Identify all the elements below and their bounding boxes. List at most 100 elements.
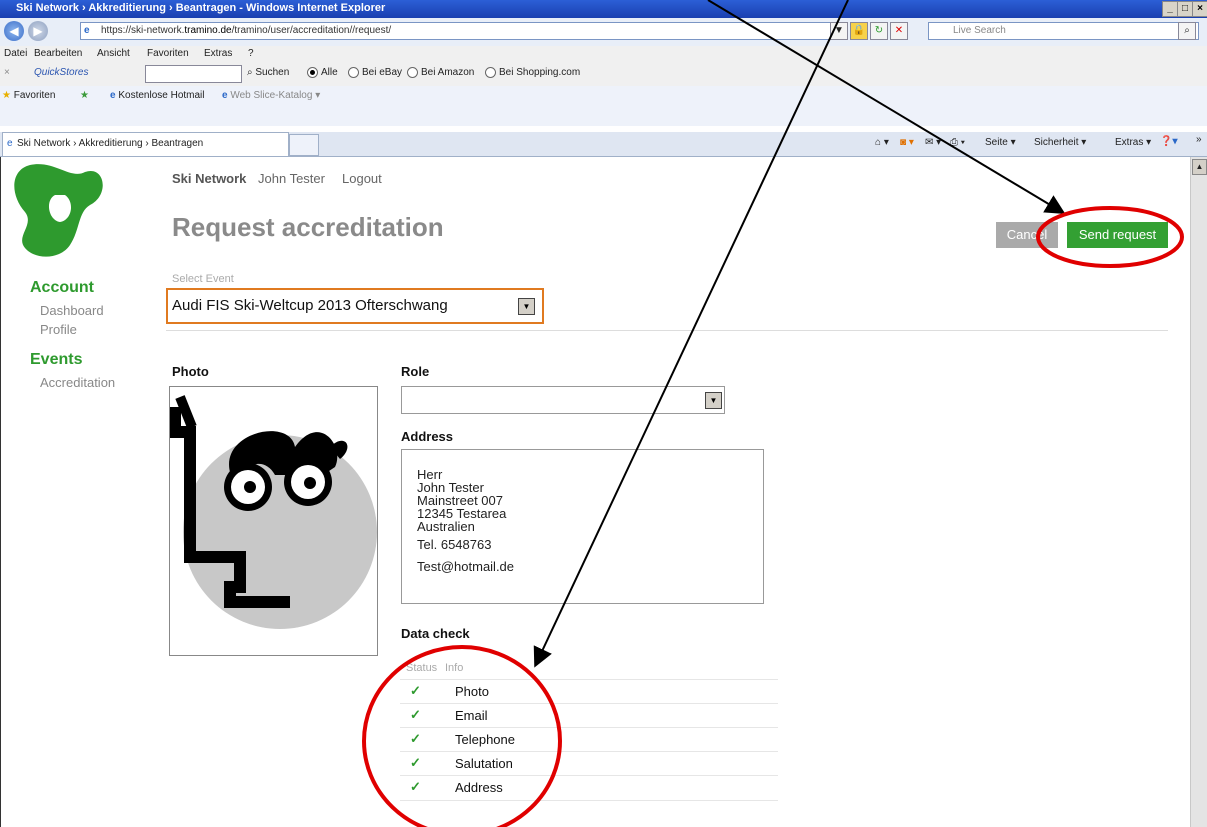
print-icon[interactable]: ⎙ ▾ <box>950 137 965 148</box>
role-select[interactable]: ▼ <box>401 386 725 414</box>
check-icon: ✓ <box>410 707 421 722</box>
address-label: Address <box>401 429 454 444</box>
close-window-button[interactable]: × <box>1192 1 1207 17</box>
logout-link[interactable]: Logout <box>342 171 382 186</box>
quickstores-label[interactable]: QuickStores <box>34 67 88 78</box>
check-info: Address <box>455 780 503 795</box>
cancel-button[interactable]: Cancel <box>996 222 1058 248</box>
lock-icon[interactable]: 🔒 <box>850 22 868 40</box>
menu-ansicht[interactable]: Ansicht <box>97 48 130 59</box>
ie-page-icon: e <box>7 138 13 149</box>
sidebar-item-accreditation[interactable]: Accreditation <box>40 375 115 390</box>
address-bar[interactable]: e https://ski-network.tramino.de/tramino… <box>80 22 842 40</box>
menu-datei[interactable]: Datei <box>4 48 27 59</box>
check-info: Telephone <box>455 732 515 747</box>
refresh-icon[interactable]: ↻ <box>870 22 888 40</box>
page-menu-label: Seite <box>985 137 1008 148</box>
search-option-shopping[interactable]: Bei Shopping.com <box>485 67 580 78</box>
chevron-down-icon[interactable]: ▼ <box>518 298 535 315</box>
sidebar-heading-account: Account <box>30 279 94 296</box>
search-icon: ⌕ <box>247 67 253 78</box>
cartoon-face-image <box>170 395 377 629</box>
table-row: ✓ Salutation <box>400 751 778 776</box>
safety-menu[interactable]: Sicherheit ▾ <box>1034 137 1086 148</box>
check-info: Salutation <box>455 756 513 771</box>
status-column-header: Status <box>406 662 438 674</box>
fav-link-webslice[interactable]: e Web Slice-Katalog ▾ <box>222 90 320 101</box>
ie-page-icon: e <box>222 90 228 101</box>
user-link[interactable]: John Tester <box>258 171 325 186</box>
event-select[interactable]: Audi FIS Ski-Weltcup 2013 Ofterschwang ▼ <box>166 288 544 324</box>
role-label: Role <box>401 364 430 379</box>
favorites-bar: ★ Favoriten ★ e Kostenlose Hotmail e Web… <box>0 86 1207 126</box>
stop-icon[interactable]: ✕ <box>890 22 908 40</box>
fav-link-label: Web Slice-Katalog <box>230 90 313 101</box>
check-info: Photo <box>455 684 489 699</box>
search-go-icon[interactable]: ⌕ <box>1178 22 1196 40</box>
menu-favoriten[interactable]: Favoriten <box>147 48 189 59</box>
new-tab-button[interactable] <box>289 134 319 156</box>
address-country: Australien <box>417 519 475 534</box>
page-title: Request accreditation <box>172 212 444 242</box>
search-option-alle[interactable]: Alle <box>307 67 338 78</box>
search-option-ebay[interactable]: Bei eBay <box>348 67 402 78</box>
menu-help[interactable]: ? <box>248 48 254 59</box>
page-menu[interactable]: Seite ▾ <box>985 137 1016 148</box>
window-titlebar: Ski Network › Akkreditierung › Beantrage… <box>0 0 1207 18</box>
suchen-button[interactable]: ⌕ Suchen <box>247 67 289 78</box>
sidebar-item-profile[interactable]: Profile <box>40 322 77 337</box>
minimize-button[interactable]: _ <box>1162 1 1178 17</box>
tools-menu[interactable]: Extras ▾ <box>1115 137 1151 148</box>
address-dropdown-icon[interactable]: ▼ <box>830 22 848 40</box>
table-row: ✓ Address <box>400 775 778 801</box>
table-row: ✓ Telephone <box>400 727 778 752</box>
address-host: tramino.de <box>184 25 232 36</box>
feeds-icon[interactable]: ◙ ▾ <box>900 137 914 148</box>
search-option-label: Bei Amazon <box>421 67 475 79</box>
back-icon[interactable]: ◀ <box>4 21 24 41</box>
browser-tab-active[interactable]: e Ski Network › Akkreditierung › Beantra… <box>2 132 289 156</box>
address-prefix: https://ski-network. <box>101 25 185 36</box>
profile-photo <box>169 386 378 656</box>
ski-network-logo <box>14 164 103 257</box>
more-chevron-icon[interactable]: » <box>1196 134 1202 145</box>
search-option-label: Bei Shopping.com <box>499 67 581 79</box>
favorites-label: Favoriten <box>13 90 56 101</box>
chevron-down-icon[interactable]: ▼ <box>705 392 722 409</box>
quickstores-toolbar: × QuickStores ⌕ Suchen Alle Bei eBay Bei… <box>0 62 1207 87</box>
help-icon[interactable]: ❓▾ <box>1160 136 1177 147</box>
menu-extras[interactable]: Extras <box>204 48 232 59</box>
forward-icon[interactable]: ▶ <box>28 21 48 41</box>
add-favorite-icon[interactable]: ★ <box>80 90 89 101</box>
search-option-amazon[interactable]: Bei Amazon <box>407 67 474 78</box>
check-info: Email <box>455 708 488 723</box>
scroll-up-icon[interactable]: ▲ <box>1192 159 1207 175</box>
data-check-label: Data check <box>401 626 470 641</box>
favorites-button[interactable]: ★ Favoriten <box>2 90 55 101</box>
vertical-scrollbar[interactable]: ▲ <box>1190 157 1207 827</box>
send-request-button[interactable]: Send request <box>1067 222 1168 248</box>
table-row: ✓ Email <box>400 703 778 728</box>
radio-off-icon <box>407 67 418 78</box>
close-toolbar-icon[interactable]: × <box>4 67 10 78</box>
maximize-button[interactable]: □ <box>1177 1 1193 17</box>
address-tel: Tel. 6548763 <box>417 537 492 552</box>
tab-title: Ski Network › Akkreditierung › Beantrage… <box>17 138 204 149</box>
address-path: /tramino/user/accreditation//request/ <box>231 25 392 36</box>
live-search-input[interactable]: Live Search <box>928 22 1199 40</box>
sidebar-heading-events: Events <box>30 351 83 368</box>
star-icon: ★ <box>2 90 11 101</box>
divider <box>166 330 1168 331</box>
quickstores-search-input[interactable] <box>145 65 242 83</box>
brand-link[interactable]: Ski Network <box>172 171 246 186</box>
menu-bearbeiten[interactable]: Bearbeiten <box>34 48 82 59</box>
home-icon[interactable]: ⌂ ▾ <box>875 137 889 148</box>
fav-link-hotmail[interactable]: e Kostenlose Hotmail <box>110 90 205 101</box>
check-icon: ✓ <box>410 755 421 770</box>
info-column-header: Info <box>445 662 464 674</box>
table-row: ✓ Photo <box>400 679 778 704</box>
sidebar-item-dashboard[interactable]: Dashboard <box>40 303 104 318</box>
photo-label: Photo <box>172 364 209 379</box>
address-email-link[interactable]: Test@hotmail.de <box>417 560 514 573</box>
mail-icon[interactable]: ✉ ▾ <box>925 137 941 148</box>
